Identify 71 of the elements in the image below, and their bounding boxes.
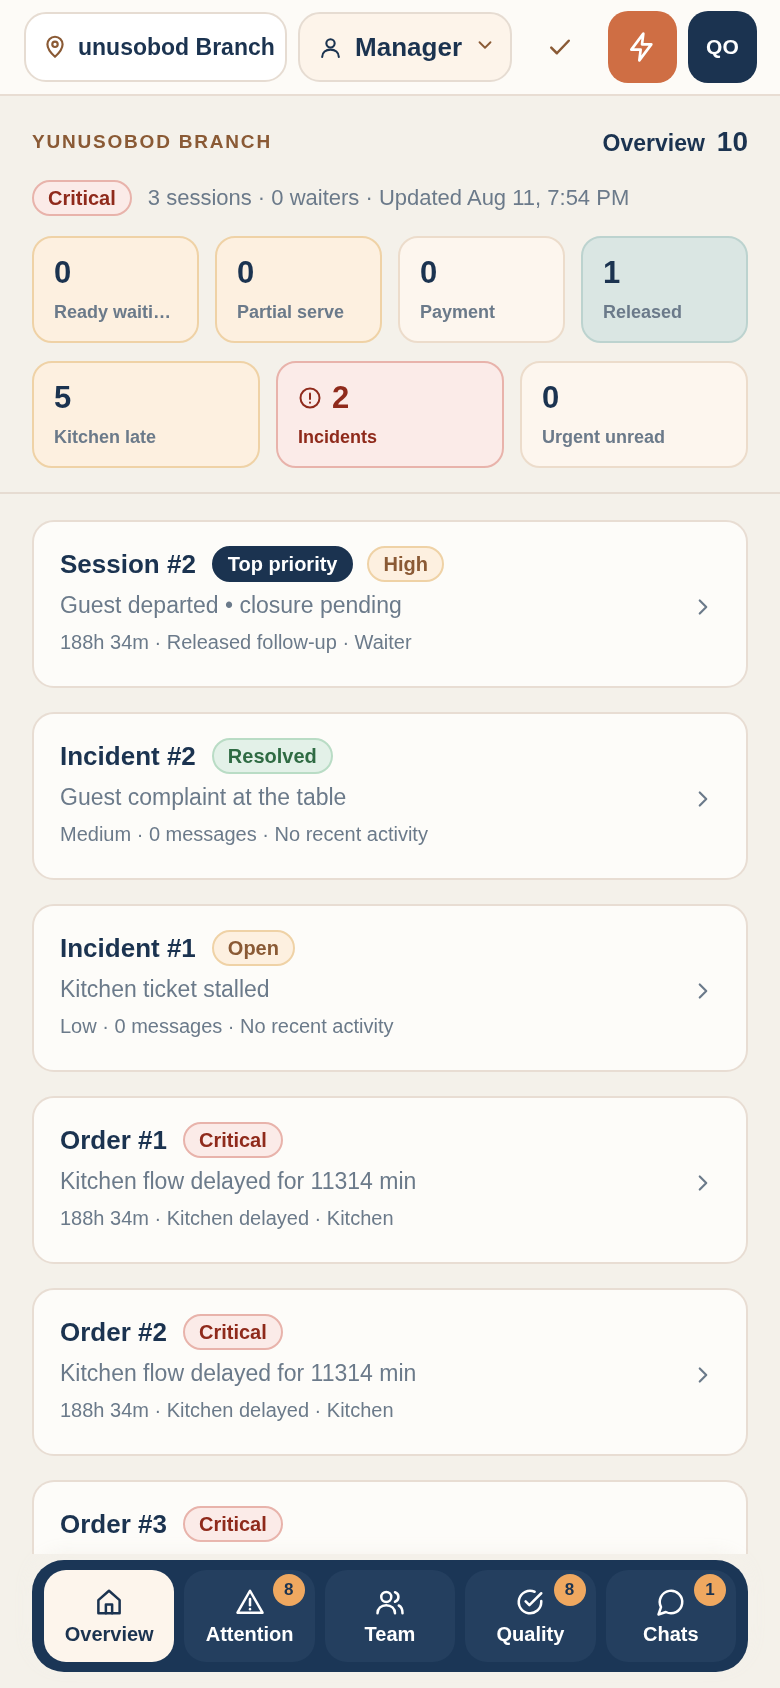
stat-tile[interactable]: 0 Ready waiti… <box>32 236 199 343</box>
status-text: 3 sessions · 0 waiters · Updated Aug 11, 7:54 PM <box>147 185 630 211</box>
role-select[interactable]: Manager <box>298 12 512 82</box>
stat-value: 0 <box>54 255 72 291</box>
stat-value: 2 <box>332 380 350 416</box>
check-circle-icon <box>515 1586 546 1617</box>
stat-label: Incidents <box>298 427 378 448</box>
status-badge: Critical <box>182 1506 283 1542</box>
queue-card[interactable]: Session #2 Top priority High Guest departed • closure pending 188h 34m · Released follow-up · Waiter <box>32 520 748 688</box>
stat-value: 0 <box>420 255 438 291</box>
card-title: Order #2 <box>60 1316 167 1348</box>
status-badge: Critical <box>182 1122 283 1158</box>
nav-tab[interactable]: Team <box>324 1570 456 1662</box>
card-summary: Kitchen flow delayed for 11314 min <box>60 1168 417 1195</box>
card-meta: 188h 34m · Released follow-up · Waiter <box>60 631 412 654</box>
count-badge: 8 <box>272 1574 305 1606</box>
branch-name: YUNUSOBOD BRANCH <box>32 131 272 153</box>
queue-card[interactable]: Order #3 Critical <box>32 1480 748 1554</box>
stat-tile[interactable]: 0 Urgent unread <box>520 361 748 468</box>
queue-card[interactable]: Incident #2 Resolved Guest complaint at the table Medium · 0 messages · No recent activity <box>32 712 748 880</box>
nav-tab[interactable]: Quality 8 <box>465 1570 596 1662</box>
branch-field[interactable]: unusobod Branch <box>24 12 288 82</box>
card-meta: Low · 0 messages · No recent activity <box>60 1015 394 1038</box>
stat-label: Released <box>603 302 684 323</box>
card-title: Session #2 <box>60 548 196 580</box>
chat-bubble-icon <box>655 1586 686 1617</box>
view-count: 10 <box>716 126 748 158</box>
card-title: Incident #1 <box>60 932 196 964</box>
branch-input[interactable]: unusobod Branch <box>78 33 280 61</box>
queue-card[interactable]: Incident #1 Open Kitchen ticket stalled Low · 0 messages · No recent activity <box>32 904 748 1072</box>
count-badge: 1 <box>694 1574 726 1606</box>
stat-tile[interactable]: 5 Kitchen late <box>32 361 260 468</box>
quick-action-button[interactable] <box>607 11 677 83</box>
card-summary: Guest complaint at the table <box>60 784 347 811</box>
card-summary: Guest departed • closure pending <box>60 592 402 619</box>
card-meta: 188h 34m · Kitchen delayed · Kitchen <box>60 1207 394 1230</box>
nav-tab[interactable]: Attention 8 <box>184 1570 315 1662</box>
card-summary: Kitchen ticket stalled <box>60 976 270 1003</box>
stat-tile[interactable]: 0 Partial serve <box>215 236 382 343</box>
status-badge: Open <box>211 930 295 966</box>
stat-tile[interactable]: 2 Incidents <box>276 361 504 468</box>
stat-value: 1 <box>603 255 621 291</box>
nav-tab[interactable]: Overview <box>44 1570 175 1662</box>
card-meta: Medium · 0 messages · No recent activity <box>60 823 428 846</box>
card-title: Order #1 <box>60 1124 167 1156</box>
stat-label: Ready waiti… <box>54 302 173 323</box>
nav-tab[interactable]: Chats 1 <box>605 1570 736 1662</box>
card-title: Incident #2 <box>60 740 196 772</box>
status-badge: Critical <box>32 180 132 216</box>
exclamation-circle-icon <box>298 386 322 410</box>
card-meta: 188h 34m · Kitchen delayed · Kitchen <box>60 1399 394 1422</box>
stat-tile[interactable]: 1 Released <box>581 236 748 343</box>
stat-label: Urgent unread <box>542 427 666 448</box>
avatar-button[interactable]: QO <box>687 11 757 83</box>
queue-card[interactable]: Order #2 Critical Kitchen flow delayed for 11314 min 188h 34m · Kitchen delayed · Kitchen <box>32 1288 748 1456</box>
card-title: Order #3 <box>60 1508 167 1540</box>
status-badge: High <box>367 546 444 582</box>
stat-value: 5 <box>54 380 72 416</box>
card-summary: Kitchen flow delayed for 11314 min <box>60 1360 417 1387</box>
count-badge: 8 <box>553 1574 586 1606</box>
status-badge: Resolved <box>211 738 333 774</box>
queue-card[interactable]: Order #1 Critical Kitchen flow delayed for 11314 min 188h 34m · Kitchen delayed · Kitchen <box>32 1096 748 1264</box>
stat-value: 0 <box>542 380 560 416</box>
status-badge: Top priority <box>211 546 354 582</box>
stat-label: Payment <box>420 302 497 323</box>
stat-value: 0 <box>237 255 255 291</box>
stat-tile[interactable]: 0 Payment <box>398 236 565 343</box>
stat-label: Partial serve <box>237 302 346 323</box>
view-label: Overview <box>602 130 705 157</box>
status-badge: Critical <box>182 1314 283 1350</box>
stat-label: Kitchen late <box>54 427 158 448</box>
